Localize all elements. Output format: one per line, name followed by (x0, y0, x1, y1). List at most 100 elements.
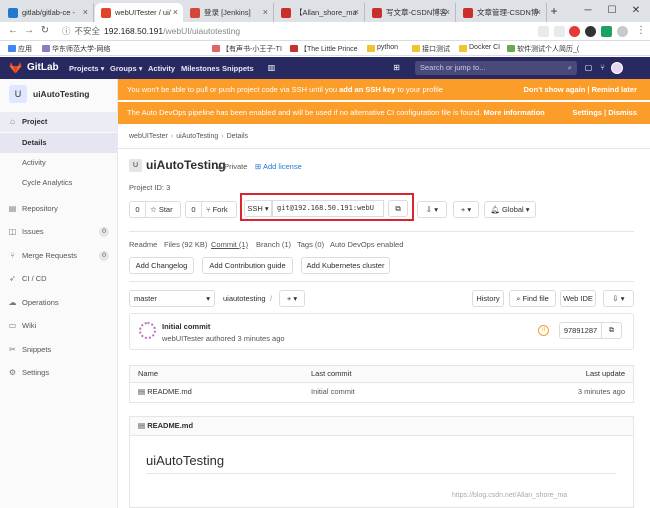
close-tab-icon[interactable]: × (354, 3, 359, 22)
fork-icon: ⑂ (206, 205, 211, 214)
close-tab-icon[interactable]: × (263, 3, 268, 22)
browser-tab[interactable]: gitlab/gitlab-ce - × (2, 3, 94, 22)
breadcrumb-owner[interactable]: webUITester (129, 133, 168, 140)
sidebar-subitem-activity[interactable]: Activity (0, 153, 118, 173)
bookmark-folder-python[interactable]: python (367, 44, 398, 52)
download-dropdown[interactable]: ⇩ ▾ (603, 290, 634, 307)
close-tab-icon[interactable]: × (83, 3, 88, 22)
sidebar-project-header[interactable]: U uiAutoTesting (9, 85, 114, 107)
download-dropdown[interactable]: ⇩ ▾ (417, 201, 447, 218)
readme-link[interactable]: Readme (129, 240, 157, 249)
chart-icon[interactable]: ▥ (265, 62, 278, 74)
notification-dropdown[interactable]: 🔔︎ Global ▾ (484, 201, 536, 218)
merge-request-icon[interactable]: ⑂ (596, 62, 609, 74)
copy-sha-button[interactable]: ⧉ (602, 322, 622, 339)
file-icon: ▤ (138, 421, 146, 430)
sidebar-item-merge-requests[interactable]: ⑂ Merge Requests 0 (0, 246, 118, 266)
branch-link[interactable]: Branch (1) (256, 240, 291, 249)
sidebar-item-operations[interactable]: ☁ Operations (0, 293, 118, 313)
url-field[interactable]: ⓘ 不安全 192.168.50.191/webUI/uiautotesting (62, 25, 240, 37)
add-file-dropdown[interactable]: + ▾ (279, 290, 305, 307)
browser-tab[interactable]: 【Allan_shore_ma × (275, 3, 365, 22)
commit-title[interactable]: Initial commit (162, 322, 210, 331)
sidebar-item-snippets[interactable]: ✂ Snippets (0, 340, 118, 360)
forward-arrow-icon[interactable]: → (22, 24, 36, 38)
bookmark-item[interactable]: 【The Little Prince (290, 44, 358, 54)
nav-groups[interactable]: Groups ▾ (110, 64, 143, 73)
clone-protocol-dropdown[interactable]: SSH ▾ (244, 200, 272, 217)
adblock-icon[interactable] (569, 26, 580, 37)
sidebar-item-settings[interactable]: ⚙ Settings (0, 363, 118, 383)
sidebar-subitem-cycle-analytics[interactable]: Cycle Analytics (0, 173, 118, 193)
clone-url-field[interactable]: git@192.168.50.191:webU (272, 200, 384, 217)
sidebar-item-ci-cd[interactable]: ➶ CI / CD (0, 269, 118, 289)
bookmark-favicon-icon (42, 45, 50, 52)
profile-icon[interactable] (617, 26, 628, 37)
extension-icon[interactable] (601, 26, 612, 37)
bookmark-item[interactable]: 软件测试个人简历_( (507, 44, 579, 54)
devops-alert-actions[interactable]: Settings | Dismiss (572, 102, 637, 124)
bookmark-item[interactable]: 【有声书-小王子-TI (212, 44, 282, 54)
browser-tab[interactable]: 文章管理-CSDN博 × (457, 3, 547, 22)
extension-icon[interactable] (585, 26, 596, 37)
gitlab-logo-icon[interactable] (9, 62, 22, 74)
nav-activity[interactable]: Activity (148, 64, 175, 73)
star-bookmark-icon[interactable] (554, 26, 565, 37)
bookmark-folder-docker[interactable]: Docker CI (459, 44, 500, 52)
nav-snippets[interactable]: Snippets (222, 64, 254, 73)
auto-devops-link[interactable]: Auto DevOps enabled (330, 240, 403, 249)
search-input[interactable]: Search or jump to... ⌕ (415, 61, 577, 75)
nav-projects[interactable]: Projects ▾ (69, 64, 104, 73)
close-tab-icon[interactable]: × (445, 3, 450, 22)
pipeline-status-icon[interactable]: II (538, 325, 549, 336)
rocket-icon: ➶ (9, 274, 16, 283)
star-button[interactable]: 0 ☆ Star (129, 201, 181, 218)
add-ssh-key-link[interactable]: add an SSH key (339, 85, 395, 94)
add-changelog-button[interactable]: Add Changelog (129, 257, 194, 274)
breadcrumb-project[interactable]: uiAutoTesting (176, 133, 218, 140)
plus-icon[interactable]: ⊞ (390, 62, 403, 74)
issues-icon[interactable]: ▢ (582, 62, 595, 74)
add-license-link[interactable]: ⊞ Add license (255, 162, 302, 171)
ssh-alert-actions[interactable]: Don't show again | Remind later (524, 79, 637, 100)
commit-sha[interactable]: 97891287 (559, 322, 602, 339)
history-button[interactable]: History (472, 290, 504, 307)
divider (129, 281, 634, 282)
add-kubernetes-cluster-button[interactable]: Add Kubernetes cluster (301, 257, 390, 274)
more-information-link[interactable]: More information (483, 108, 544, 117)
avatar[interactable] (611, 62, 623, 74)
reload-icon[interactable]: ↻ (38, 24, 52, 38)
folder-icon (459, 45, 467, 52)
back-arrow-icon[interactable]: ← (6, 24, 20, 38)
sidebar-item-wiki[interactable]: ▭ Wiki (0, 316, 118, 336)
menu-kebab-icon[interactable]: ⋮ (634, 24, 648, 38)
find-file-button[interactable]: ⌕ Find file (509, 290, 556, 307)
translate-icon[interactable] (538, 26, 549, 37)
close-tab-icon[interactable]: × (173, 3, 178, 22)
branch-selector[interactable]: master ▾ (129, 290, 215, 307)
commit-link[interactable]: Commit (1) (211, 240, 248, 249)
tags-link[interactable]: Tags (0) (297, 240, 324, 249)
path-root[interactable]: uiautotesting (223, 294, 266, 303)
bookmark-apps[interactable]: 应用 (8, 44, 32, 54)
nav-milestones[interactable]: Milestones (181, 64, 220, 73)
browser-tab[interactable]: 登录 [Jenkins] × (184, 3, 274, 22)
gitlab-brand[interactable]: GitLab (27, 62, 59, 73)
bookmark-item[interactable]: 华东师范大学-网络 (42, 44, 110, 54)
fork-button[interactable]: 0 ⑂ Fork (185, 201, 237, 218)
sidebar-subitem-details[interactable]: Details (0, 133, 118, 153)
browser-tab[interactable]: 写文章-CSDN博客 × (366, 3, 456, 22)
copy-url-button[interactable]: ⧉ (388, 200, 408, 217)
sidebar-item-repository[interactable]: ▤ Repository (0, 199, 118, 219)
new-tab-button[interactable]: + (540, 0, 568, 22)
close-window-icon[interactable]: ✕ (622, 0, 650, 22)
files-link[interactable]: Files (92 KB) (164, 240, 207, 249)
sidebar-item-issues[interactable]: ◫ Issues 0 (0, 222, 118, 242)
browser-tab-active[interactable]: webUITester / ui/ × (95, 3, 183, 22)
table-row[interactable]: ▤ README.md Initial commit 3 minutes ago (129, 383, 634, 403)
sidebar-item-project[interactable]: ⌂ Project (0, 112, 118, 132)
add-contribution-guide-button[interactable]: Add Contribution guide (202, 257, 293, 274)
add-new-dropdown[interactable]: + ▾ (453, 201, 479, 218)
bookmark-folder-api-test[interactable]: 接口测试 (412, 44, 450, 54)
web-ide-button[interactable]: Web IDE (560, 290, 596, 307)
